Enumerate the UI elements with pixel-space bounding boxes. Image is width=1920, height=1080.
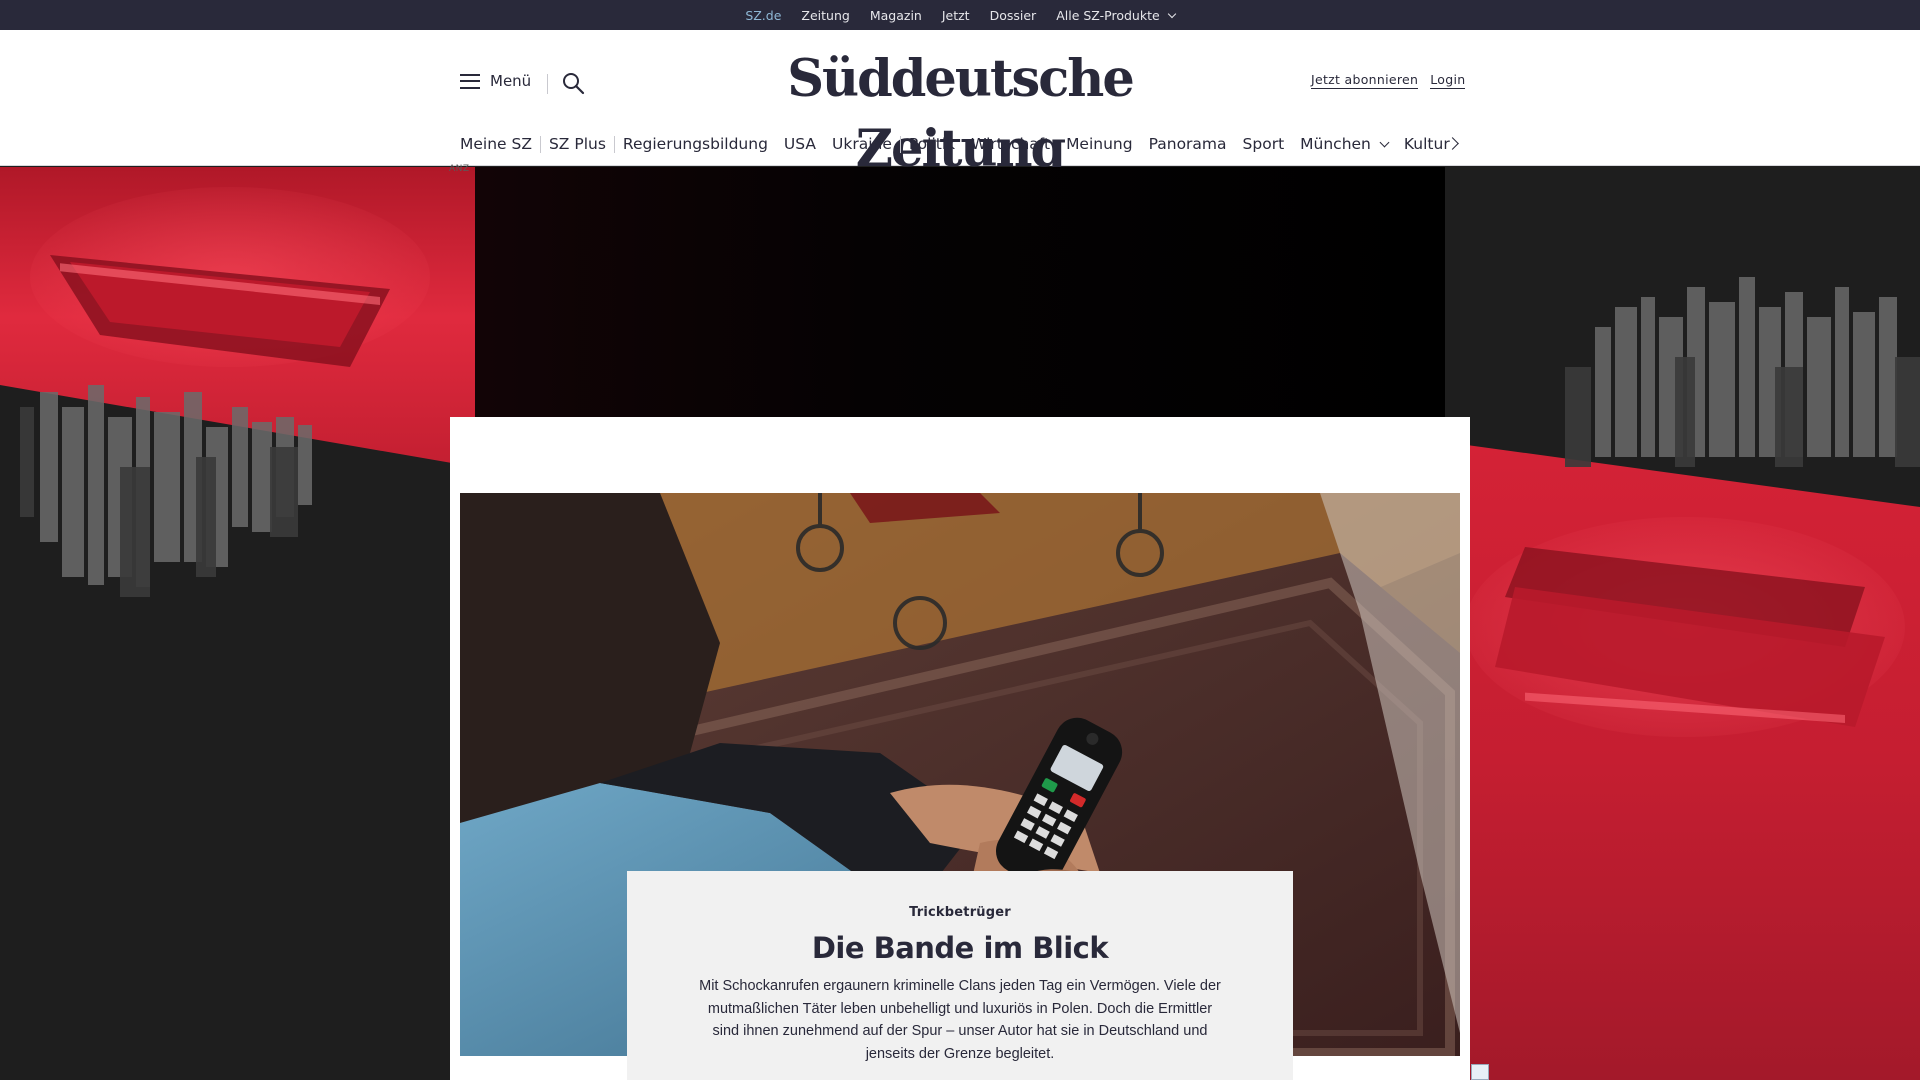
nav-item-regierungsbildung[interactable]: Regierungsbildung [615,135,776,153]
nav-item-ukraine[interactable]: Ukraine [824,135,900,153]
menu-label: Menü [490,72,532,90]
nav-item-usa[interactable]: USA [776,135,824,153]
ad-label: ANZ [449,164,470,174]
ad-wallpaper-left[interactable] [0,167,475,1080]
topbar-link-dossier[interactable]: Dossier [990,8,1037,23]
nav-item-muenchen[interactable]: München [1292,135,1396,153]
article-summary: Mit Schockanrufen ergaunern kriminelle C… [699,978,1221,1062]
chevron-down-icon [1379,137,1390,147]
chevron-down-icon [1167,9,1176,18]
topbar-link-szde[interactable]: SZ.de [745,8,781,23]
nav-item-sz-plus[interactable]: SZ Plus [541,135,614,153]
nav-item-wirtschaft[interactable]: Wirtschaft [963,135,1058,153]
ad-wallpaper-right[interactable] [1445,167,1920,1080]
adchoices-icon[interactable] [1471,1064,1489,1080]
stadium-city-illustration [1445,277,1920,1080]
header-divider [547,74,548,94]
topbar-all-products-label: Alle SZ-Produkte [1056,7,1160,23]
ad-banner-top[interactable] [475,167,1445,417]
topbar-all-products-dropdown[interactable]: Alle SZ-Produkte [1056,7,1176,23]
article-headline[interactable]: Die Bande im Blick [627,931,1293,965]
topbar-link-zeitung[interactable]: Zeitung [801,8,849,23]
hamburger-icon [460,73,480,89]
nav-item-meine-sz[interactable]: Meine SZ [460,135,540,153]
menu-button[interactable]: Menü [460,72,531,90]
article-teaser[interactable]: Trickbetrüger Die Bande im Blick Mit Sch… [627,871,1293,1080]
site-header: Menü Süddeutsche Zeitung Jetzt abonniere… [0,30,1920,179]
login-link[interactable]: Login [1430,72,1466,89]
stadium-city-illustration [0,167,475,597]
sz-products-bar: SZ.de Zeitung Magazin Jetzt Dossier Alle… [0,0,1920,30]
article-kicker: Trickbetrüger [909,905,1011,920]
topbar-link-magazin[interactable]: Magazin [870,8,922,23]
account-links: Jetzt abonnieren Login [1311,72,1466,89]
nav-item-sport[interactable]: Sport [1235,135,1293,153]
nav-item-muenchen-label: München [1300,135,1371,153]
topbar-link-jetzt[interactable]: Jetzt [942,8,970,23]
section-nav: Meine SZ SZ Plus Regierungsbildung USA U… [460,130,1458,158]
search-button[interactable] [561,71,585,95]
nav-item-panorama[interactable]: Panorama [1141,135,1235,153]
subscribe-link[interactable]: Jetzt abonnieren [1311,72,1419,89]
nav-scroll-right-chevron-icon[interactable] [1446,134,1464,154]
nav-item-politik[interactable]: Politik [901,135,963,153]
sz-logo[interactable]: Süddeutsche Zeitung [720,44,1200,179]
nav-item-meinung[interactable]: Meinung [1058,135,1141,153]
search-icon [563,73,585,95]
